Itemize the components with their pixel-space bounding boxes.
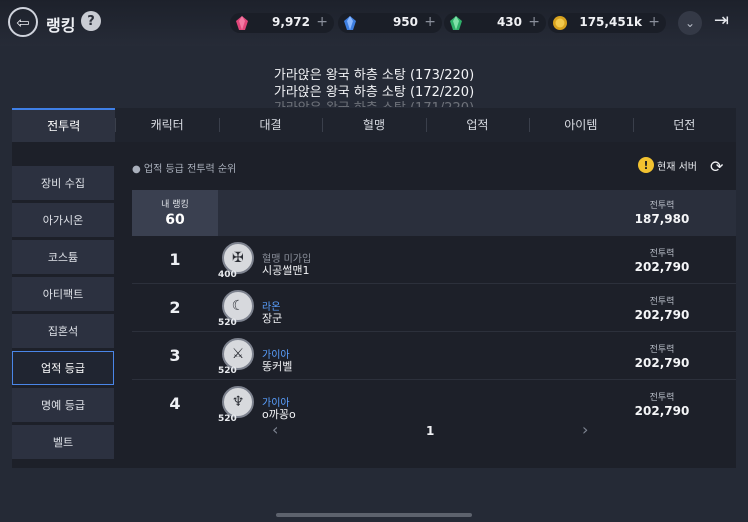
sidebar-item-belt[interactable]: 벨트 (12, 425, 114, 459)
sidebar-item-artifact[interactable]: 아티팩트 (12, 277, 114, 311)
power-label: 전투력 (649, 393, 675, 403)
my-rank-row: 내 랭킹 60 전투력 187,980 (132, 190, 736, 236)
green-crystal-icon (450, 16, 462, 30)
ranking-row[interactable]: 4 ♆ 520 가이아 o까꽁o 전투력 202,790 (132, 382, 736, 428)
exit-icon[interactable]: ⇥ (714, 10, 740, 36)
home-indicator[interactable] (276, 513, 472, 517)
power-value: 187,980 (634, 212, 690, 226)
rank-number: 3 (169, 346, 181, 365)
gold-coin-icon (553, 16, 567, 30)
blue-crystal-icon (344, 16, 356, 30)
chevron-right-icon[interactable]: › (582, 420, 588, 439)
red-crystal-icon (236, 16, 248, 30)
tab-dungeon[interactable]: 던전 (632, 108, 736, 142)
section-title-text: 업적 등급 전투력 순위 (143, 164, 237, 175)
power-value: 202,790 (634, 308, 690, 322)
back-arrow-icon[interactable]: ⇦ (8, 7, 38, 37)
server-toggle-button[interactable]: ! 현재 서버 (638, 157, 697, 173)
power-label: 전투력 (649, 345, 675, 355)
power-label: 전투력 (649, 297, 675, 307)
player-name: 시공썰맨1 (262, 264, 310, 277)
tab-duel[interactable]: 대결 (218, 108, 322, 142)
ranking-row[interactable]: 3 ⚔ 520 가이아 똥커벨 전투력 202,790 (132, 334, 736, 380)
currency-value: 950 (392, 15, 418, 29)
sidebar-item-equipment[interactable]: 장비 수집 (12, 166, 114, 200)
tab-item[interactable]: 아이템 (529, 108, 632, 142)
rank-number: 1 (169, 250, 181, 269)
currency-value: 175,451k (579, 15, 642, 29)
player-level: 400 (218, 270, 237, 280)
power-value: 202,790 (634, 260, 690, 274)
tab-clan[interactable]: 혈맹 (322, 108, 425, 142)
server-label: 현재 서버 (657, 161, 697, 173)
player-level: 520 (218, 414, 237, 424)
top-bar: ⇦ 랭킹 ? 9,972 + 950 + 430 + 175,451k + ⌄ … (0, 0, 748, 46)
currency-green-crystal: 430 + (444, 13, 546, 33)
add-currency-button[interactable]: + (424, 14, 436, 30)
rank-number: 2 (169, 298, 181, 317)
power-value: 202,790 (634, 356, 690, 370)
my-rank-number: 60 (165, 212, 185, 228)
sidebar-item-achievement-grade[interactable]: 업적 등급 (12, 351, 114, 385)
currency-value: 9,972 (272, 15, 310, 29)
add-currency-button[interactable]: + (528, 14, 540, 30)
chevron-left-icon[interactable]: ‹ (272, 420, 278, 439)
player-level: 520 (218, 318, 237, 328)
add-currency-button[interactable]: + (316, 14, 328, 30)
section-title: ● 업적 등급 전투력 순위 (132, 164, 237, 175)
page-number: 1 (426, 424, 435, 438)
tab-power[interactable]: 전투력 (12, 108, 116, 142)
notice-line: 가라앉은 왕국 하층 소탕 (171/220) (0, 97, 748, 107)
help-icon[interactable]: ? (81, 11, 101, 31)
power-label: 전투력 (649, 249, 675, 259)
player-level: 520 (218, 366, 237, 376)
warning-icon: ! (638, 157, 654, 173)
tab-character[interactable]: 캐릭터 (115, 108, 218, 142)
ranking-row[interactable]: 2 ☾ 520 라온 장군 전투력 202,790 (132, 286, 736, 332)
chevron-down-icon[interactable]: ⌄ (678, 11, 702, 35)
tab-bar: 전투력 캐릭터 대결 혈맹 업적 아이템 던전 (12, 108, 736, 142)
tab-achievement[interactable]: 업적 (425, 108, 529, 142)
add-currency-button[interactable]: + (648, 14, 660, 30)
sidebar-item-honor-grade[interactable]: 명예 등급 (12, 388, 114, 422)
currency-red-crystal: 9,972 + (230, 13, 334, 33)
ranking-row[interactable]: 1 ✠ 400 혈맹 미가입 시공썰맨1 전투력 202,790 (132, 238, 736, 284)
my-rank-box: 내 랭킹 60 (132, 190, 218, 236)
sidebar-item-agathion[interactable]: 아가시온 (12, 203, 114, 237)
currency-gold: 175,451k + (548, 13, 666, 33)
sidebar-item-soulstone[interactable]: 집혼석 (12, 314, 114, 348)
sidebar-item-costume[interactable]: 코스튬 (12, 240, 114, 274)
refresh-icon[interactable]: ⟳ (710, 157, 728, 176)
currency-blue-crystal: 950 + (338, 13, 442, 33)
power-label: 전투력 (649, 201, 675, 211)
rank-number: 4 (169, 394, 181, 413)
power-value: 202,790 (634, 404, 690, 418)
currency-value: 430 (496, 15, 522, 29)
player-name: 장군 (262, 312, 283, 325)
page-title: 랭킹 (46, 16, 76, 35)
player-name: 똥커벨 (262, 360, 293, 373)
player-name: o까꽁o (262, 408, 296, 421)
my-rank-label: 내 랭킹 (161, 200, 189, 210)
